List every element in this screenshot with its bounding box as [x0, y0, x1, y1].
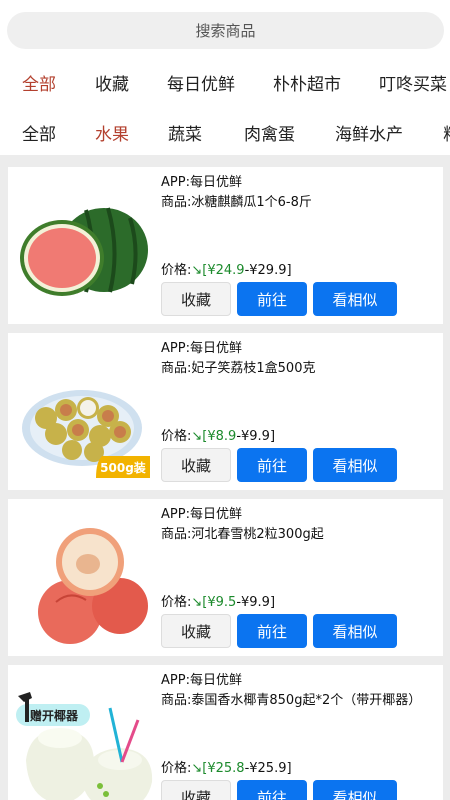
tab-app-dingdong[interactable]: 叮咚买菜	[379, 70, 447, 95]
tab-category-vegetable[interactable]: 蔬菜	[168, 120, 202, 145]
product-price: 价格:↘[¥24.9-¥29.9]	[161, 259, 292, 278]
price-label: 价格:	[161, 761, 192, 776]
go-button[interactable]: 前往	[237, 614, 307, 648]
tab-app-daily-fresh[interactable]: 每日优鲜	[167, 70, 235, 95]
price-bracket: ]	[286, 263, 292, 278]
similar-button[interactable]: 看相似	[313, 780, 397, 800]
price-high: -¥9.9	[236, 595, 270, 610]
price-low: ¥24.9	[207, 263, 245, 278]
product-actions: 收藏 前往 看相似	[161, 780, 397, 800]
product-info: APP:每日优鲜 商品:妃子笑荔枝1盒500克	[161, 339, 437, 379]
tab-category-fruit[interactable]: 水果	[95, 120, 129, 145]
product-name: 商品:泰国香水椰青850g起*2个（带开椰器）	[161, 693, 422, 708]
go-button[interactable]: 前往	[237, 780, 307, 800]
product-card: 赠开椰器 APP:每日优鲜 商品:泰国香水椰青850g起*2个（带开椰器） 价格…	[8, 665, 443, 800]
price-bracket: ]	[269, 595, 276, 610]
product-info: APP:每日优鲜 商品:泰国香水椰青850g起*2个（带开椰器）	[161, 671, 437, 711]
product-app: APP:每日优鲜	[161, 341, 242, 356]
favorite-button[interactable]: 收藏	[161, 282, 231, 316]
peach-image	[38, 528, 148, 644]
product-actions: 收藏 前往 看相似	[161, 614, 397, 648]
product-actions: 收藏 前往 看相似	[161, 282, 397, 316]
price-label: 价格:	[161, 263, 192, 278]
price-down-icon: ↘[	[191, 595, 208, 610]
go-button[interactable]: 前往	[237, 448, 307, 482]
price-down-icon: ↘[	[191, 761, 208, 776]
product-app: APP:每日优鲜	[161, 175, 242, 190]
product-badge: 500g装	[100, 460, 146, 475]
favorite-button[interactable]: 收藏	[161, 780, 231, 800]
product-info: APP:每日优鲜 商品:冰糖麒麟瓜1个6-8斤	[161, 173, 437, 213]
product-price: 价格:↘[¥9.5-¥9.9]	[161, 591, 275, 610]
product-info: APP:每日优鲜 商品:河北春雪桃2粒300g起	[161, 505, 437, 545]
search-input[interactable]: 搜索商品	[7, 12, 444, 49]
product-app: APP:每日优鲜	[161, 673, 242, 688]
tab-category-seafood[interactable]: 海鲜水产	[335, 120, 403, 145]
product-actions: 收藏 前往 看相似	[161, 448, 397, 482]
product-app: APP:每日优鲜	[161, 507, 242, 522]
product-price: 价格:↘[¥25.8-¥25.9]	[161, 757, 292, 776]
tab-category-meat[interactable]: 肉禽蛋	[244, 120, 295, 145]
price-label: 价格:	[161, 429, 192, 444]
similar-button[interactable]: 看相似	[313, 448, 397, 482]
tab-category-all[interactable]: 全部	[22, 120, 56, 145]
product-list: APP:每日优鲜 商品:冰糖麒麟瓜1个6-8斤 价格:↘[¥24.9-¥29.9…	[0, 155, 450, 800]
tab-app-all[interactable]: 全部	[22, 70, 56, 95]
tab-app-favorites[interactable]: 收藏	[95, 70, 129, 95]
price-high: -¥9.9	[236, 429, 270, 444]
lychee-image: 500g装	[22, 390, 150, 478]
price-bracket: ]	[269, 429, 276, 444]
product-card: 500g装 APP:每日优鲜 商品:妃子笑荔枝1盒500克 价格:↘[¥8.9-…	[8, 333, 443, 490]
search-placeholder: 搜索商品	[195, 22, 256, 40]
price-low: ¥25.8	[207, 761, 245, 776]
product-price: 价格:↘[¥8.9-¥9.9]	[161, 425, 275, 444]
price-low: ¥8.9	[207, 429, 237, 444]
similar-button[interactable]: 看相似	[313, 282, 397, 316]
price-bracket: ]	[286, 761, 292, 776]
similar-button[interactable]: 看相似	[313, 614, 397, 648]
price-down-icon: ↘[	[191, 263, 208, 278]
price-label: 价格:	[161, 595, 192, 610]
product-card: APP:每日优鲜 商品:冰糖麒麟瓜1个6-8斤 价格:↘[¥24.9-¥29.9…	[8, 167, 443, 324]
favorite-button[interactable]: 收藏	[161, 448, 231, 482]
price-high: -¥25.9	[244, 761, 287, 776]
header: 搜索商品 全部 收藏 每日优鲜 朴朴超市 叮咚买菜 全部 水果 蔬菜 肉禽蛋 海…	[0, 0, 450, 155]
tab-app-pupu[interactable]: 朴朴超市	[273, 70, 341, 95]
product-name: 商品:妃子笑荔枝1盒500克	[161, 361, 316, 376]
app-tabs: 全部 收藏 每日优鲜 朴朴超市 叮咚买菜	[0, 62, 450, 102]
favorite-button[interactable]: 收藏	[161, 614, 231, 648]
price-high: -¥29.9	[244, 263, 287, 278]
coconut-image: 赠开椰器	[16, 692, 153, 800]
go-button[interactable]: 前往	[237, 282, 307, 316]
product-card: APP:每日优鲜 商品:河北春雪桃2粒300g起 价格:↘[¥9.5-¥9.9]…	[8, 499, 443, 656]
product-badge: 赠开椰器	[30, 708, 79, 723]
category-tabs: 全部 水果 蔬菜 肉禽蛋 海鲜水产 粮	[0, 112, 450, 152]
price-down-icon: ↘[	[191, 429, 208, 444]
price-low: ¥9.5	[207, 595, 237, 610]
watermelon-image	[20, 207, 148, 296]
product-name: 商品:河北春雪桃2粒300g起	[161, 527, 324, 542]
product-name: 商品:冰糖麒麟瓜1个6-8斤	[161, 195, 312, 210]
tab-category-grain[interactable]: 粮	[443, 120, 450, 145]
